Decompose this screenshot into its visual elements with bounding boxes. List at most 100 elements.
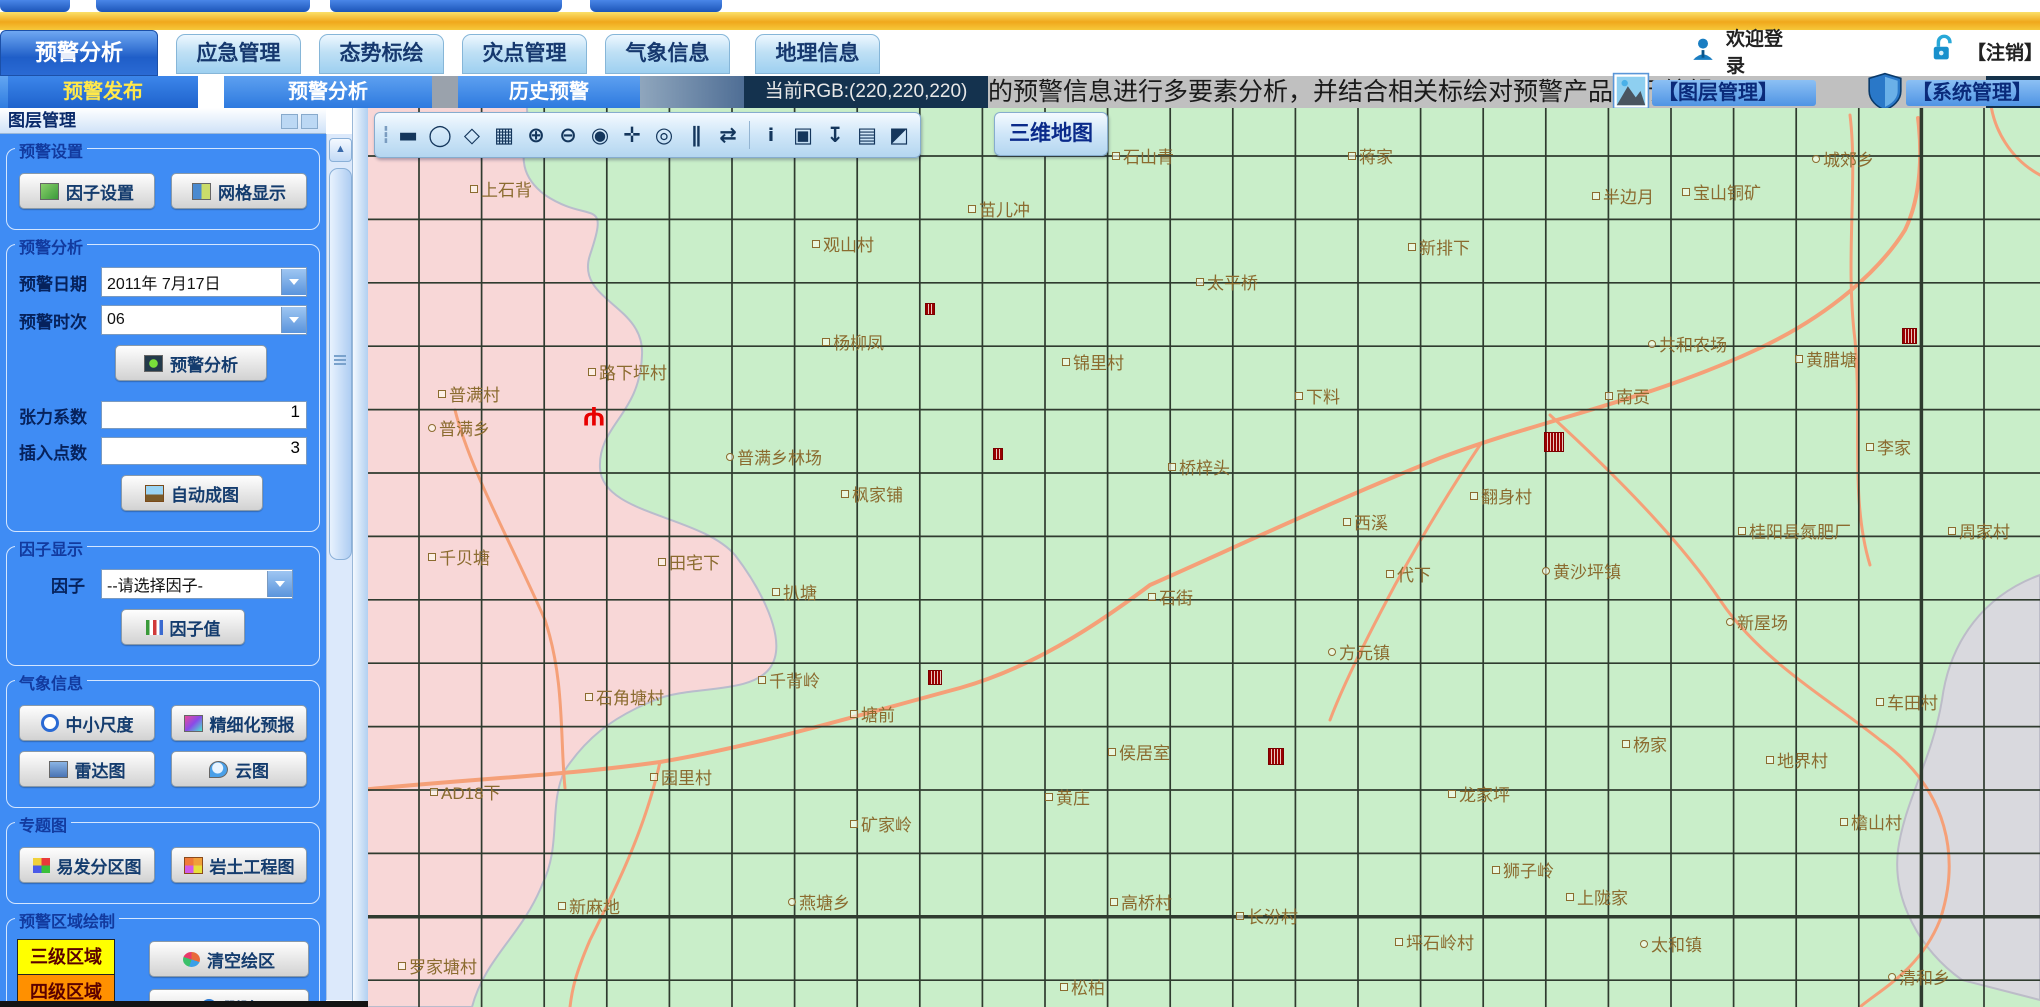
meso-scale-button[interactable]: 中小尺度 xyxy=(19,705,155,741)
place-name: 园里村 xyxy=(661,764,712,789)
tab-warning-analysis[interactable]: 预警分析 xyxy=(0,30,158,76)
cloud-map-button[interactable]: 云图 xyxy=(171,751,307,787)
place-label: 枫家铺 xyxy=(841,481,903,506)
zoom-in-icon[interactable]: ⊕ xyxy=(521,118,551,152)
welcome-login-link[interactable]: 欢迎登录 xyxy=(1726,24,1799,78)
toolbar-grip-icon[interactable]: ┇ xyxy=(381,118,391,152)
factor-settings-button[interactable]: 因子设置 xyxy=(19,173,155,209)
clear-graphics-icon[interactable]: ◩ xyxy=(884,118,914,152)
place-marker-icon xyxy=(1566,893,1574,901)
map-3d-button[interactable]: 三维地图 xyxy=(994,112,1108,156)
place-marker-icon xyxy=(1328,648,1336,656)
measure-polygon-icon[interactable]: ◇ xyxy=(457,118,487,152)
auto-map-button[interactable]: 自动成图 xyxy=(121,475,263,511)
panel-button[interactable] xyxy=(301,114,318,129)
tension-label: 张力系数 xyxy=(19,403,101,428)
sidebar-scrollbar[interactable]: ▲ xyxy=(326,134,353,1000)
place-name: 新屋场 xyxy=(1737,609,1788,634)
subnav-warning-analysis[interactable]: 预警分析 xyxy=(224,76,432,108)
place-name: 黄庄 xyxy=(1056,784,1090,809)
button-label: 精细化预报 xyxy=(210,711,295,736)
group-title: 专题图 xyxy=(15,812,71,836)
pan-hand-icon[interactable]: ✛ xyxy=(617,118,647,152)
tab-disaster-points[interactable]: 灾点管理 xyxy=(462,34,587,74)
button-label: 雷达图 xyxy=(75,757,126,782)
button-label: 网格显示 xyxy=(218,179,286,204)
place-name: 杨柳凤 xyxy=(833,329,884,354)
export-map-icon[interactable]: ▣ xyxy=(788,118,818,152)
time-value: 06 xyxy=(102,311,281,329)
subnav-history-warning[interactable]: 历史预警 xyxy=(458,76,640,108)
place-label: 普满乡林场 xyxy=(726,444,822,469)
panel-button[interactable] xyxy=(281,114,298,129)
fine-forecast-button[interactable]: 精细化预报 xyxy=(171,705,307,741)
place-label: 上陇家 xyxy=(1566,884,1628,909)
radar-map-button[interactable]: 雷达图 xyxy=(19,751,155,787)
factor-value: --请选择因子- xyxy=(102,572,267,596)
place-label: 观山村 xyxy=(812,231,874,256)
place-label: 檐山村 xyxy=(1840,809,1902,834)
fishnet-grid-icon[interactable]: ▦ xyxy=(489,118,519,152)
zoom-out-icon[interactable]: ⊖ xyxy=(553,118,583,152)
place-marker-icon xyxy=(588,368,596,376)
tension-input[interactable]: 1 xyxy=(101,401,307,429)
place-name: 千贝塘 xyxy=(439,544,490,569)
place-label: 苗儿冲 xyxy=(968,196,1030,221)
chevron-down-icon xyxy=(281,269,306,295)
subnav-warning-publish[interactable]: 预警发布 xyxy=(8,76,198,108)
legend-level-3[interactable]: 三级区域 xyxy=(17,939,115,974)
scroll-up-arrow[interactable]: ▲ xyxy=(329,138,352,162)
refresh-icon[interactable]: ⇄ xyxy=(713,118,743,152)
place-label: 半边月 xyxy=(1592,183,1654,208)
tab-emergency-management[interactable]: 应急管理 xyxy=(176,34,301,74)
identify-info-icon[interactable]: i xyxy=(756,118,786,152)
tab-situation-plotting[interactable]: 态势标绘 xyxy=(319,34,444,74)
scrollbar-thumb[interactable] xyxy=(329,168,352,560)
factor-label: 因子 xyxy=(51,572,101,597)
geotech-map-button[interactable]: 岩土工程图 xyxy=(171,847,307,883)
save-image-icon[interactable]: ↧ xyxy=(820,118,850,152)
place-label: 罗家塘村 xyxy=(398,953,477,978)
place-marker-icon xyxy=(1592,192,1600,200)
place-marker-icon xyxy=(1648,340,1656,348)
place-name: 城郊乡 xyxy=(1823,146,1874,171)
map-canvas[interactable]: 上石背观山村苗儿冲石山青蒋家半边月宝山铜矿城郊乡新排下太平桥共和农场黄腊塘杨柳凤… xyxy=(368,108,2040,1007)
place-label: 城郊乡 xyxy=(1812,146,1874,171)
warning-level-legend: 三级区域 四级区域 五级区域 xyxy=(17,939,115,1007)
pause-icon[interactable]: ∥ xyxy=(681,118,711,152)
layer-manage-button[interactable]: 【图层管理】 xyxy=(1652,80,1816,106)
tab-geographic-info[interactable]: 地理信息 xyxy=(755,34,880,74)
measure-area-icon[interactable]: ◯ xyxy=(425,118,455,152)
panel-splitter[interactable] xyxy=(352,108,369,1007)
zoom-box-icon[interactable]: ◎ xyxy=(649,118,679,152)
place-marker-icon xyxy=(1045,793,1053,801)
place-marker-icon xyxy=(968,205,976,213)
factor-value-button[interactable]: 因子值 xyxy=(121,609,245,645)
points-input[interactable]: 3 xyxy=(101,437,307,465)
current-rgb-readout: 当前RGB:(220,220,220) xyxy=(744,76,988,108)
place-name: 长汾村 xyxy=(1247,903,1298,928)
layer-manage-icon[interactable] xyxy=(1612,72,1650,110)
logout-link[interactable]: 【注销】 xyxy=(1967,38,2040,65)
place-marker-icon xyxy=(558,902,566,910)
user-icon xyxy=(1690,36,1716,67)
place-name: 地界村 xyxy=(1777,747,1828,772)
grid-display-button[interactable]: 网格显示 xyxy=(171,173,307,209)
factor-select[interactable]: --请选择因子- xyxy=(101,569,293,599)
warning-time-select[interactable]: 06 xyxy=(101,305,307,335)
system-manage-button[interactable]: 【系统管理】 xyxy=(1906,80,2040,106)
warning-date-select[interactable]: 2011年 7月17日 xyxy=(101,267,307,297)
warning-analyze-button[interactable]: 预警分析 xyxy=(115,345,267,381)
place-label: 石角塘村 xyxy=(585,684,664,709)
system-manage-shield-icon[interactable] xyxy=(1866,72,1904,110)
print-icon[interactable]: ▤ xyxy=(852,118,882,152)
map-toolbar: ┇ ▬ ◯ ◇ ▦ ⊕ ⊖ ◉ ✛ ◎ ∥ ⇄ i ▣ ↧ ▤ ◩ xyxy=(374,112,921,158)
full-extent-icon[interactable]: ◉ xyxy=(585,118,615,152)
place-label: 下料 xyxy=(1295,383,1340,408)
place-marker-icon xyxy=(1295,392,1303,400)
hazard-zone-map-button[interactable]: 易发分区图 xyxy=(19,847,155,883)
clear-draw-button[interactable]: 清空绘区 xyxy=(149,941,309,977)
measure-distance-icon[interactable]: ▬ xyxy=(393,118,423,152)
tab-weather-info[interactable]: 气象信息 xyxy=(605,34,730,74)
button-label: 岩土工程图 xyxy=(210,853,295,878)
